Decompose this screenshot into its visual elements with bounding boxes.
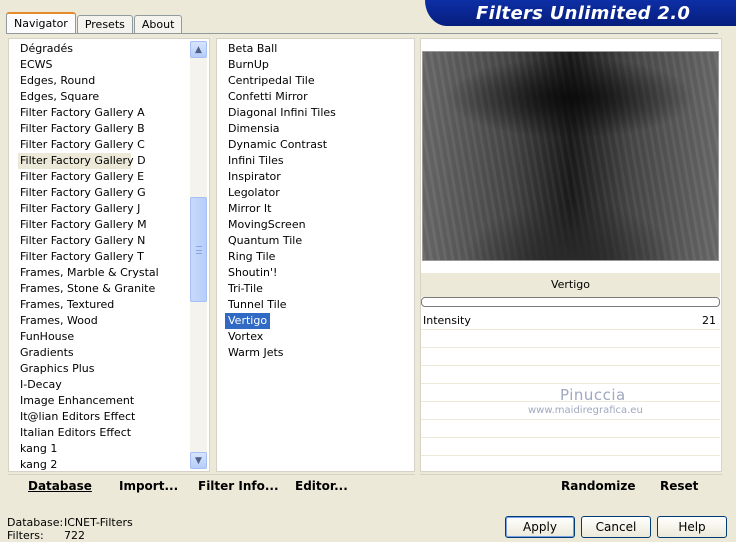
import-button[interactable]: Import...: [119, 479, 178, 493]
category-item[interactable]: Filter Factory Gallery N: [18, 233, 189, 249]
scroll-thumb[interactable]: [190, 197, 207, 302]
filter-item[interactable]: Dynamic Contrast: [225, 137, 330, 153]
filter-item[interactable]: Beta Ball: [225, 41, 280, 57]
tab-bar: Navigator Presets About: [6, 12, 183, 34]
category-item[interactable]: Filter Factory Gallery D: [18, 153, 146, 169]
param-row: [421, 348, 720, 366]
param-row: [421, 438, 720, 456]
filter-item[interactable]: Quantum Tile: [225, 233, 305, 249]
status-database-label: Database:: [7, 516, 64, 529]
param-row-intensity[interactable]: Intensity 21: [421, 312, 720, 330]
param-row: [421, 420, 720, 438]
apply-button[interactable]: Apply: [505, 516, 575, 538]
category-item[interactable]: Filter Factory Gallery T: [18, 249, 189, 265]
database-button[interactable]: Database: [28, 479, 92, 493]
category-item[interactable]: Frames, Textured: [18, 297, 189, 313]
category-item[interactable]: It@lian Editors Effect: [18, 409, 189, 425]
category-scrollbar[interactable]: ▲ ▼: [190, 41, 207, 469]
filter-item[interactable]: Vertigo: [225, 313, 271, 329]
category-item[interactable]: kang 1: [18, 441, 189, 457]
category-item[interactable]: Gradients: [18, 345, 189, 361]
filter-name: Vertigo: [421, 273, 720, 297]
cancel-button[interactable]: Cancel: [581, 516, 651, 538]
grip-icon: [196, 246, 202, 254]
category-item[interactable]: ECWS: [18, 57, 189, 73]
filter-item[interactable]: Shoutin'!: [225, 265, 280, 281]
filter-item[interactable]: Vortex: [225, 329, 266, 345]
filter-item[interactable]: MovingScreen: [225, 217, 309, 233]
app-title: Filters Unlimited 2.0: [476, 3, 691, 24]
reset-button[interactable]: Reset: [660, 479, 698, 493]
preview-image: [422, 51, 719, 261]
category-item[interactable]: Filter Factory Gallery G: [18, 185, 189, 201]
filter-item[interactable]: Tri-Tile: [225, 281, 266, 297]
category-item[interactable]: Filter Factory Gallery B: [18, 121, 189, 137]
tab-presets[interactable]: Presets: [76, 15, 133, 34]
database-label: Database: [28, 479, 92, 493]
filter-item[interactable]: Warm Jets: [225, 345, 287, 361]
filter-item[interactable]: Mirror It: [225, 201, 274, 217]
category-item[interactable]: Filter Factory Gallery C: [18, 137, 189, 153]
category-item[interactable]: Italian Editors Effect: [18, 425, 189, 441]
param-value: 21: [702, 314, 716, 327]
tab-navigator[interactable]: Navigator: [6, 12, 76, 34]
filter-item[interactable]: Confetti Mirror: [225, 89, 311, 105]
category-item[interactable]: Filter Factory Gallery J: [18, 201, 189, 217]
list-button-bar: Database Import... Filter Info... Editor…: [8, 474, 415, 498]
filter-item[interactable]: Inspirator: [225, 169, 284, 185]
category-item[interactable]: Frames, Wood: [18, 313, 189, 329]
filter-item[interactable]: Dimensia: [225, 121, 283, 137]
category-item[interactable]: Graphics Plus: [18, 361, 189, 377]
filter-item[interactable]: Infini Tiles: [225, 153, 287, 169]
category-item[interactable]: Filter Factory Gallery E: [18, 169, 189, 185]
param-row: [421, 366, 720, 384]
category-item[interactable]: kang 2: [18, 457, 189, 471]
category-list[interactable]: Dégradés ECWS Edges, Round Edges, Square Fil…: [18, 41, 189, 471]
scroll-up-button[interactable]: ▲: [190, 41, 207, 58]
editor-button[interactable]: Editor...: [295, 479, 348, 493]
tab-about[interactable]: About: [133, 15, 183, 34]
status-database-value: ICNET-Filters: [64, 516, 133, 529]
tab-divider: [6, 33, 718, 34]
watermark-name: Pinuccia: [560, 386, 626, 404]
status-filters: Filters: 722: [7, 529, 85, 542]
filter-info-button[interactable]: Filter Info...: [198, 479, 279, 493]
status-filters-label: Filters:: [7, 529, 44, 542]
category-list-panel: Dégradés ECWS Edges, Round Edges, Square Fil…: [8, 38, 210, 472]
scroll-down-button[interactable]: ▼: [190, 452, 207, 469]
status-filters-value: 722: [64, 529, 85, 542]
category-item[interactable]: Filter Factory Gallery M: [18, 217, 189, 233]
filter-item[interactable]: BurnUp: [225, 57, 272, 73]
param-label: Intensity: [423, 314, 471, 327]
filter-item[interactable]: Tunnel Tile: [225, 297, 290, 313]
status-database: Database: ICNET-Filters: [7, 516, 133, 529]
category-item[interactable]: Filter Factory Gallery A: [18, 105, 189, 121]
progress-bar: [421, 297, 720, 307]
filter-item[interactable]: Legolator: [225, 185, 283, 201]
filter-item[interactable]: Centripedal Tile: [225, 73, 318, 89]
filter-item[interactable]: Ring Tile: [225, 249, 278, 265]
filter-item[interactable]: Diagonal Infini Tiles: [225, 105, 339, 121]
category-item[interactable]: Edges, Round: [18, 73, 189, 89]
help-button[interactable]: Help: [657, 516, 727, 538]
filter-list-panel: Beta Ball BurnUp Centripedal Tile Confetti …: [216, 38, 415, 472]
category-item[interactable]: Frames, Stone & Granite: [18, 281, 189, 297]
category-item[interactable]: Edges, Square: [18, 89, 189, 105]
randomize-button[interactable]: Randomize: [561, 479, 635, 493]
filter-list[interactable]: Beta Ball BurnUp Centripedal Tile Confetti …: [225, 41, 414, 471]
category-item[interactable]: Frames, Marble & Crystal: [18, 265, 189, 281]
category-item[interactable]: I-Decay: [18, 377, 189, 393]
preview-button-bar: Randomize Reset: [420, 474, 722, 498]
param-row: [421, 330, 720, 348]
category-item[interactable]: Image Enhancement: [18, 393, 189, 409]
category-item[interactable]: Dégradés: [18, 41, 189, 57]
category-item[interactable]: FunHouse: [18, 329, 189, 345]
watermark-url: www.maidiregrafica.eu: [528, 405, 643, 416]
